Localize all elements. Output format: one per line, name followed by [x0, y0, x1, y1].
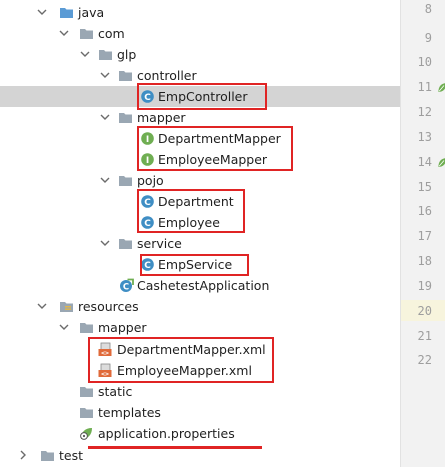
interface-icon	[140, 131, 155, 146]
tree-row-res-mapper[interactable]: mapper	[0, 317, 400, 338]
line-number: 12	[417, 105, 432, 119]
line-number: 18	[417, 254, 432, 268]
interface-icon	[140, 152, 155, 167]
tree-label-glp: glp	[117, 47, 137, 62]
chevron-down-icon[interactable]	[99, 110, 111, 124]
chevron-down-icon[interactable]	[58, 320, 70, 334]
folder-icon	[79, 384, 94, 399]
tree-label-com: com	[98, 26, 125, 41]
xml-file-icon	[98, 363, 113, 378]
folder-icon	[40, 448, 55, 463]
tree-row-resources[interactable]: resources	[0, 296, 400, 317]
tree-row-com[interactable]: com	[0, 23, 400, 44]
tree-row-emp-controller[interactable]: EmpController	[0, 86, 400, 107]
tree-label-emp-service: EmpService	[158, 257, 233, 272]
folder-icon	[118, 110, 133, 125]
tree-row-service[interactable]: service	[0, 233, 400, 254]
folder-icon	[79, 405, 94, 420]
line-number: 14	[417, 155, 432, 169]
editor-gutter: 8 9 10 11 12 13 14 15 16 17 18 19 20 21 …	[400, 0, 445, 467]
folder-icon	[118, 68, 133, 83]
tree-label-emp-controller: EmpController	[158, 89, 248, 104]
class-icon	[140, 257, 155, 272]
tree-row-static[interactable]: static	[0, 381, 400, 402]
class-icon	[140, 89, 155, 104]
tree-label-department-mapper-xml: DepartmentMapper.xml	[117, 342, 266, 357]
project-tree: java com glp controller EmpController ma…	[0, 0, 400, 467]
chevron-down-icon[interactable]	[99, 236, 111, 250]
tree-label-mapper: mapper	[137, 110, 186, 125]
line-number: 13	[417, 130, 432, 144]
chevron-down-icon[interactable]	[58, 26, 70, 40]
tree-label-templates: templates	[98, 405, 161, 420]
tree-row-employee-mapper-xml[interactable]: EmployeeMapper.xml	[0, 360, 400, 381]
tree-label-resources: resources	[78, 299, 139, 314]
tree-row-cashetest-application[interactable]: CashetestApplication	[0, 275, 400, 296]
chevron-down-icon[interactable]	[36, 299, 48, 313]
tree-row-employee-mapper[interactable]: EmployeeMapper	[0, 149, 400, 170]
folder-icon	[79, 26, 94, 41]
tree-label-static: static	[98, 384, 133, 399]
tree-row-templates[interactable]: templates	[0, 402, 400, 423]
spring-bean-icon[interactable]	[436, 155, 445, 170]
class-icon	[140, 215, 155, 230]
line-number: 10	[417, 55, 432, 69]
line-number: 15	[417, 180, 432, 194]
chevron-down-icon[interactable]	[99, 173, 111, 187]
tree-label-cashetest-application: CashetestApplication	[137, 278, 270, 293]
spring-bean-icon[interactable]	[436, 80, 445, 95]
tree-row-department-mapper[interactable]: DepartmentMapper	[0, 128, 400, 149]
tree-row-glp[interactable]: glp	[0, 44, 400, 65]
class-icon	[140, 194, 155, 209]
tree-row-pojo[interactable]: pojo	[0, 170, 400, 191]
tree-row-department[interactable]: Department	[0, 191, 400, 212]
tree-row-java[interactable]: java	[0, 2, 400, 23]
tree-row-controller[interactable]: controller	[0, 65, 400, 86]
tree-label-employee: Employee	[158, 215, 220, 230]
folder-icon	[118, 173, 133, 188]
tree-label-controller: controller	[137, 68, 197, 83]
line-number: 19	[417, 279, 432, 293]
line-number: 9	[424, 31, 432, 45]
tree-label-department: Department	[158, 194, 234, 209]
line-number: 8	[424, 2, 432, 16]
folder-icon	[98, 47, 113, 62]
chevron-down-icon[interactable]	[79, 47, 91, 61]
tree-label-employee-mapper: EmployeeMapper	[158, 152, 268, 167]
tree-row-department-mapper-xml[interactable]: DepartmentMapper.xml	[0, 339, 400, 360]
line-number: 22	[417, 353, 432, 367]
tree-label-department-mapper: DepartmentMapper	[158, 131, 281, 146]
tree-row-mapper[interactable]: mapper	[0, 107, 400, 128]
chevron-right-icon[interactable]	[17, 448, 29, 462]
chevron-down-icon[interactable]	[36, 5, 48, 19]
line-number: 20	[417, 304, 432, 318]
line-number: 11	[417, 80, 432, 94]
xml-file-icon	[98, 342, 113, 357]
tree-row-test[interactable]: test	[0, 445, 400, 466]
tree-row-emp-service[interactable]: EmpService	[0, 254, 400, 275]
line-number: 16	[417, 204, 432, 218]
tree-label-test: test	[59, 448, 84, 463]
folder-icon	[59, 5, 74, 20]
tree-label-employee-mapper-xml: EmployeeMapper.xml	[117, 363, 252, 378]
tree-label-java: java	[78, 5, 105, 20]
line-number: 21	[417, 329, 432, 343]
tree-row-employee[interactable]: Employee	[0, 212, 400, 233]
tree-label-service: service	[137, 236, 182, 251]
resources-folder-icon	[59, 299, 74, 314]
folder-icon	[118, 236, 133, 251]
folder-icon	[79, 320, 94, 335]
properties-file-icon	[79, 426, 94, 441]
tree-label-pojo: pojo	[137, 173, 164, 188]
chevron-down-icon[interactable]	[99, 68, 111, 82]
tree-label-application-properties: application.properties	[98, 426, 235, 441]
line-number: 17	[417, 229, 432, 243]
spring-app-icon	[119, 278, 134, 293]
tree-label-res-mapper: mapper	[98, 320, 147, 335]
tree-row-application-properties[interactable]: application.properties	[0, 423, 400, 444]
